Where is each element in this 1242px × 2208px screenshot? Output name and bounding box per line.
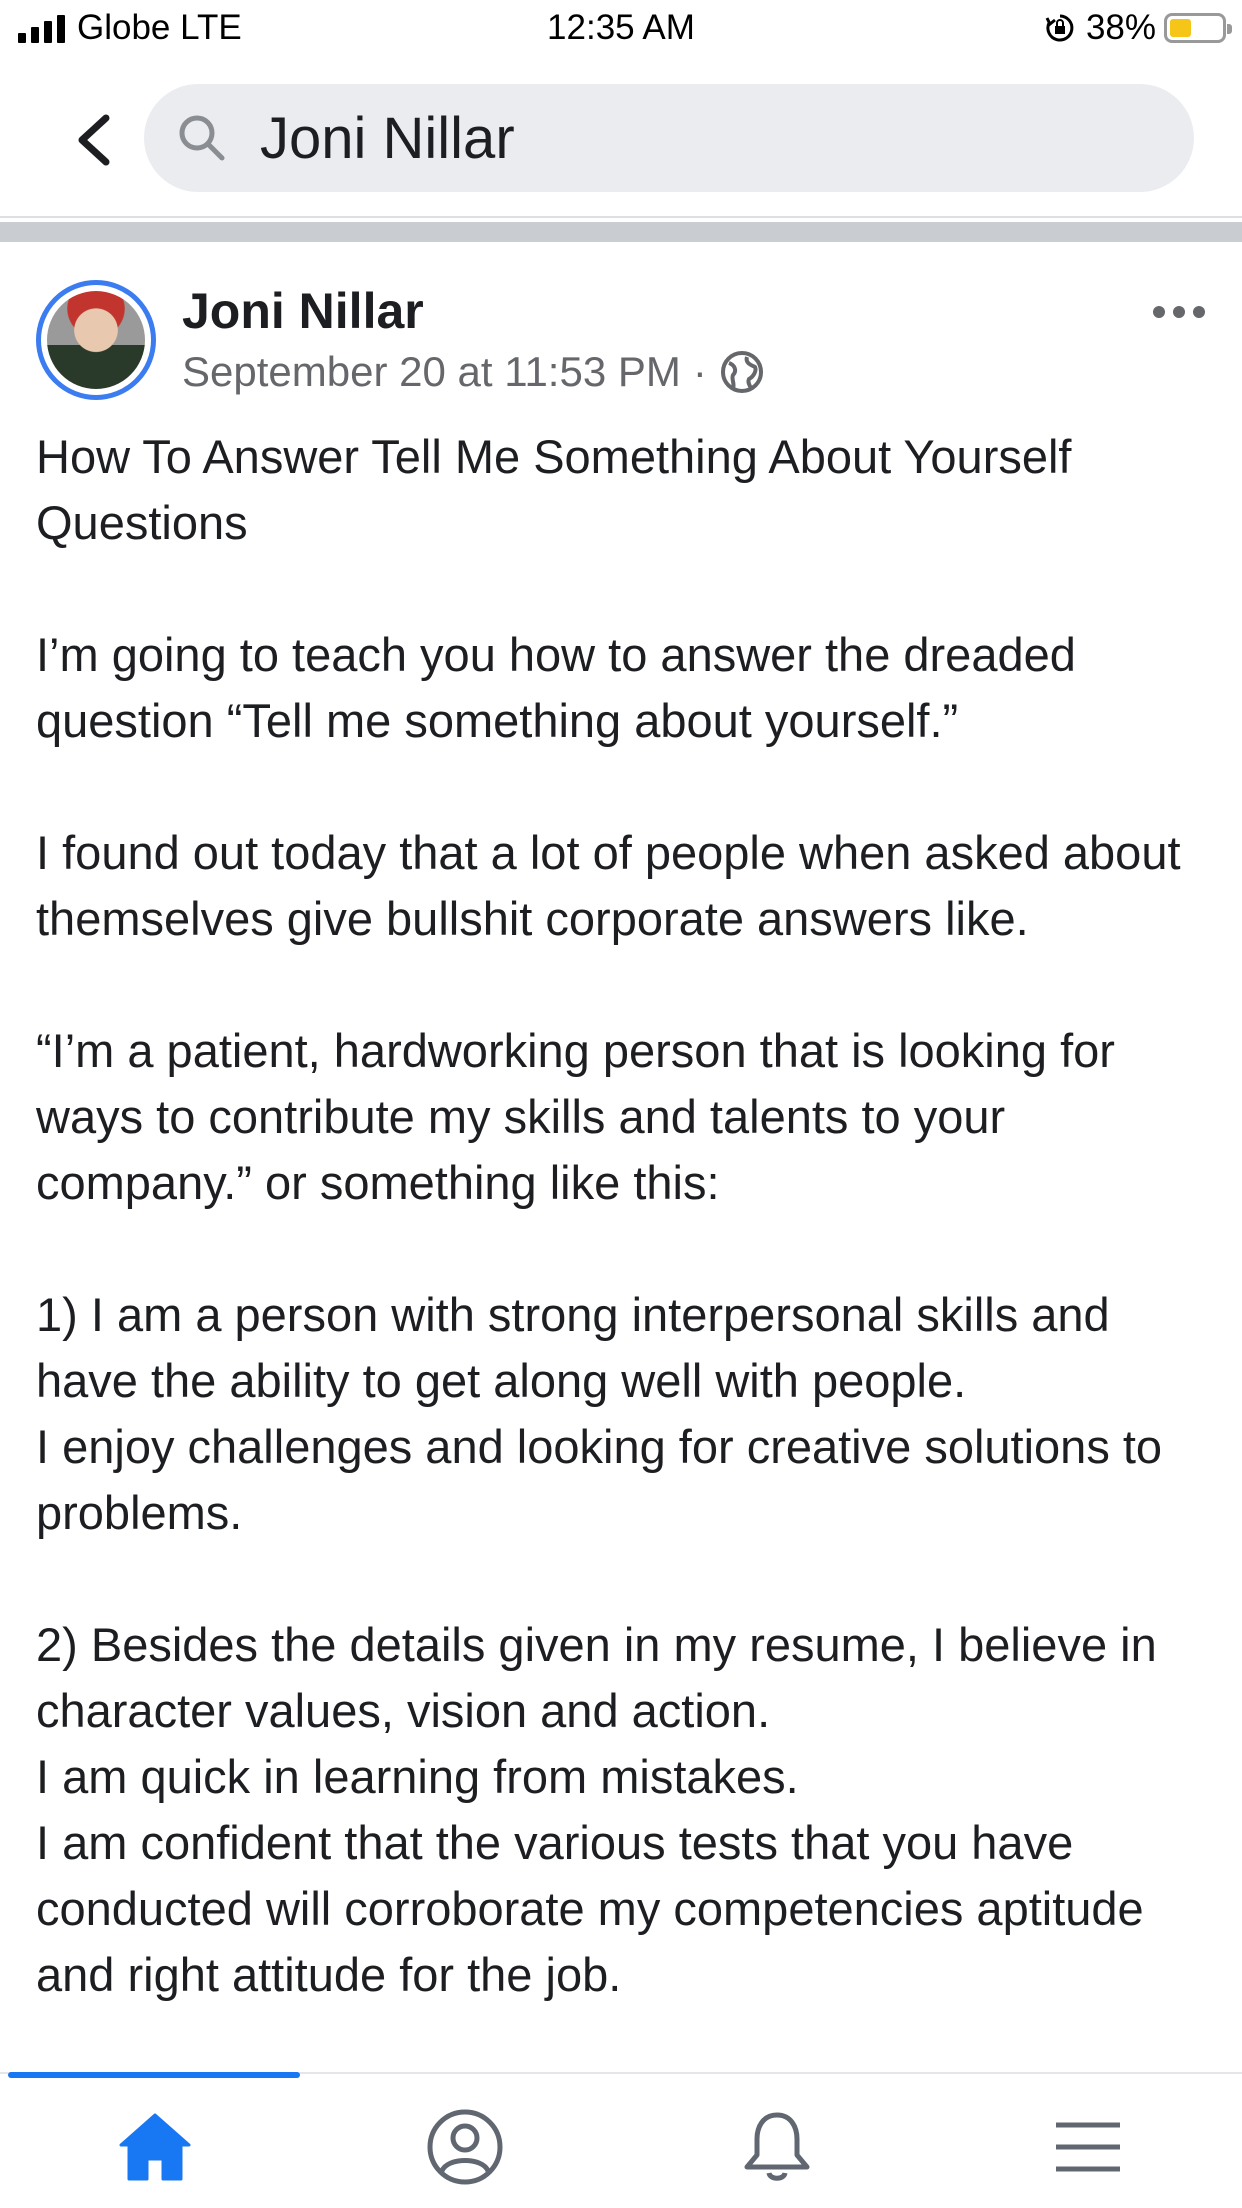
post-body: How To Answer Tell Me Something About Yo… (36, 424, 1216, 2008)
back-arrow-icon[interactable] (70, 110, 120, 170)
post-paragraph: I am confident that the various tests th… (36, 1816, 1144, 2001)
post-paragraph: I enjoy challenges and looking for creat… (36, 1420, 1163, 1539)
status-right: 38% (1044, 8, 1232, 48)
tab-bar (0, 2072, 1242, 2208)
menu-icon (1056, 2122, 1120, 2172)
search-input[interactable]: Joni Nillar (144, 84, 1194, 192)
search-header: Joni Nillar (0, 60, 1242, 218)
header-divider (0, 216, 1242, 218)
more-icon[interactable] (1152, 302, 1206, 322)
post-paragraph: 1) I am a person with strong interperson… (36, 1288, 1110, 1407)
tab-profile[interactable] (410, 2102, 520, 2192)
active-tab-indicator (8, 2072, 300, 2078)
battery-percent: 38% (1085, 8, 1156, 47)
post-paragraph: I’m going to teach you how to answer the… (36, 628, 1076, 747)
post-paragraph: How To Answer Tell Me Something About Yo… (36, 430, 1072, 549)
search-icon (179, 115, 225, 161)
feed-separator (0, 222, 1242, 242)
avatar[interactable] (36, 280, 156, 400)
meta-separator: · (692, 348, 707, 395)
home-icon (119, 2113, 191, 2181)
post-paragraph: I am quick in learning from mistakes. (36, 1750, 799, 1803)
status-bar: Globe LTE 12:35 AM 38% (0, 0, 1242, 60)
notifications-bell-icon (744, 2112, 810, 2181)
profile-icon (427, 2109, 503, 2185)
search-query: Joni Nillar (260, 105, 515, 171)
post-timestamp[interactable]: September 20 at 11:53 PM (182, 348, 681, 396)
post-meta: September 20 at 11:53 PM · (182, 348, 765, 396)
tab-menu[interactable] (1033, 2102, 1143, 2192)
tab-home[interactable] (100, 2102, 210, 2192)
post-paragraph: I found out today that a lot of people w… (36, 826, 1181, 945)
post-paragraph: 2) Besides the details given in my resum… (36, 1618, 1157, 1737)
battery-icon (1164, 13, 1232, 43)
tab-notifications[interactable] (722, 2102, 832, 2192)
rotation-lock-icon (1045, 14, 1074, 42)
globe-icon (720, 351, 763, 393)
post-paragraph: “I’m a patient, hardworking person that … (36, 1024, 1115, 1209)
post-author[interactable]: Joni Nillar (182, 282, 424, 340)
